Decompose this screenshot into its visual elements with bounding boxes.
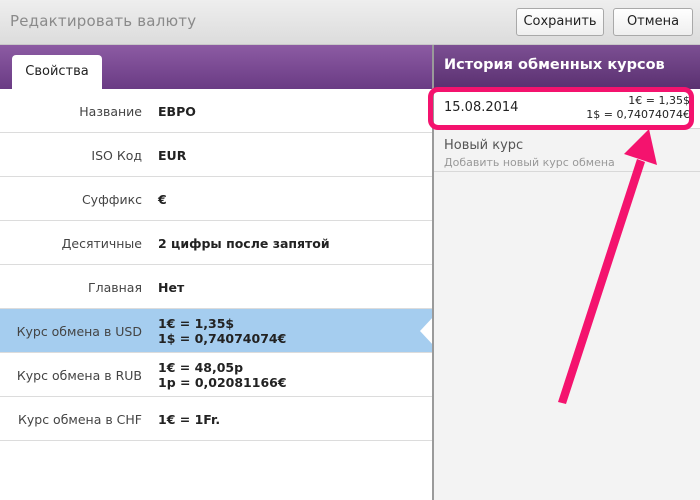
history-header: История обменных курсов [434, 45, 700, 89]
property-label: Курс обмена в RUB [16, 367, 142, 383]
property-label: ISO Код [91, 147, 142, 163]
properties-list: Название ЕВРО ISO Код EUR Суффикс € Деся… [0, 89, 434, 441]
property-label: Суффикс [81, 191, 142, 207]
tab-properties[interactable]: Свойства [12, 55, 102, 89]
new-rate-title: Новый курс [444, 138, 524, 153]
tab-bar: Свойства [0, 45, 433, 89]
property-label: Название [79, 103, 142, 119]
property-value: EUR [158, 133, 186, 177]
property-row-rate-chf[interactable]: Курс обмена в CHF 1€ = 1Fr. [0, 397, 433, 441]
property-value-line: EUR [158, 147, 187, 163]
new-rate-subtitle: Добавить новый курс обмена [444, 156, 615, 169]
new-rate-item[interactable]: Новый курс Добавить новый курс обмена [434, 130, 700, 172]
property-value: 1€ = 48,05р 1р = 0,02081166€ [158, 353, 287, 397]
property-value-line: 1€ = 48,05р [158, 360, 244, 375]
property-row-rate-usd[interactable]: Курс обмена в USD 1€ = 1,35$ 1$ = 0,7407… [0, 309, 434, 353]
property-value: 2 цифры после запятой [158, 221, 330, 265]
property-label: Курс обмена в USD [16, 323, 142, 339]
property-value-line: 1€ = 1,35$ [158, 316, 235, 331]
title-bar: Редактировать валюту Сохранить Отмена [0, 0, 700, 45]
property-value: 1€ = 1,35$ 1$ = 0,74074074€ [158, 309, 286, 353]
property-label: Главная [88, 279, 142, 295]
cancel-button[interactable]: Отмена [613, 8, 693, 36]
property-value-line: 1€ = 1Fr. [158, 411, 221, 427]
property-value: € [158, 177, 167, 221]
property-value: 1€ = 1Fr. [158, 397, 220, 441]
property-value-line: ЕВРО [158, 103, 196, 119]
property-value-line: € [158, 191, 167, 207]
history-title: История обменных курсов [444, 57, 665, 73]
property-value: ЕВРО [158, 89, 196, 133]
property-row-main[interactable]: Главная Нет [0, 265, 433, 309]
property-row-rate-rub[interactable]: Курс обмена в RUB 1€ = 48,05р 1р = 0,020… [0, 353, 433, 397]
property-label: Курс обмена в CHF [18, 411, 142, 427]
property-value-line: 1р = 0,02081166€ [158, 375, 287, 390]
annotation-highlight-box [428, 87, 694, 130]
property-row-iso-code[interactable]: ISO Код EUR [0, 133, 433, 177]
property-value-line: 2 цифры после запятой [158, 235, 330, 251]
window-title: Редактировать валюту [10, 12, 197, 30]
history-panel: 15.08.2014 1€ = 1,35$ 1$ = 0,74074074€ Н… [434, 89, 700, 500]
property-value: Нет [158, 265, 184, 309]
property-label: Десятичные [61, 235, 142, 251]
property-value-line: Нет [158, 279, 185, 295]
property-row-suffix[interactable]: Суффикс € [0, 177, 433, 221]
save-button[interactable]: Сохранить [516, 8, 604, 36]
property-row-name[interactable]: Название ЕВРО [0, 89, 433, 133]
property-value-line: 1$ = 0,74074074€ [158, 331, 287, 346]
property-row-decimals[interactable]: Десятичные 2 цифры после запятой [0, 221, 433, 265]
